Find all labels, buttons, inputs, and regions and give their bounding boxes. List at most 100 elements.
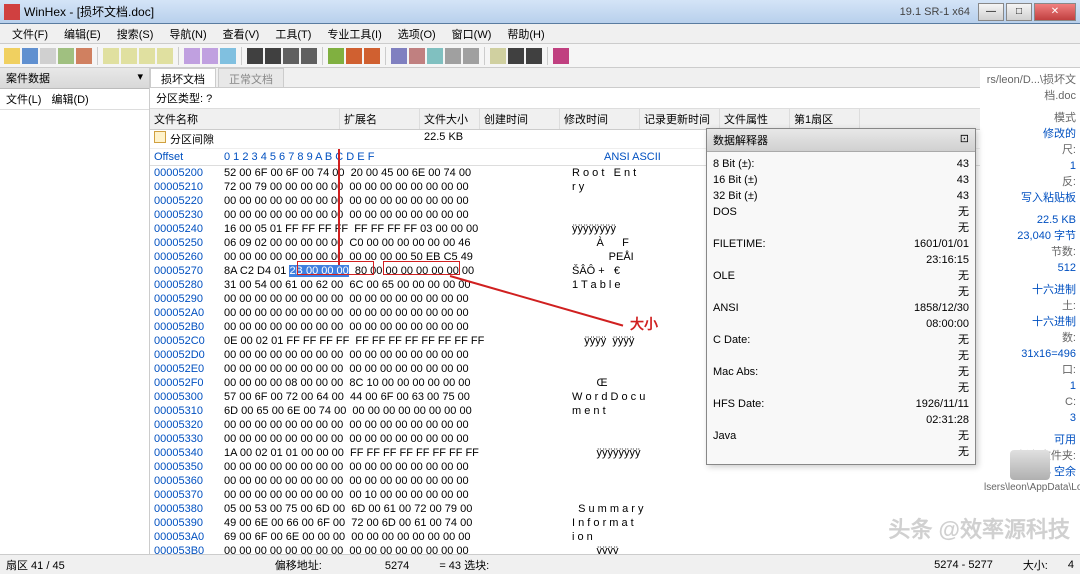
col-attrs[interactable]: 文件属性: [720, 109, 790, 129]
status-size-label: 大小:: [1023, 557, 1048, 573]
find-icon[interactable]: [247, 48, 263, 64]
prop-clip-val: 写入粘贴板: [984, 190, 1076, 206]
menu-nav[interactable]: 导航(N): [161, 24, 214, 44]
hex-row[interactable]: 0000538005 00 53 00 75 00 6D 00 6D 00 61…: [154, 502, 1076, 516]
prop-page-val: 512: [984, 260, 1076, 276]
hex-icon[interactable]: [184, 48, 200, 64]
play-icon[interactable]: [526, 48, 542, 64]
data-interpreter-panel[interactable]: 数据解释器 ⊡ 8 Bit (±):4316 Bit (±)4332 Bit (…: [706, 128, 976, 465]
menu-file[interactable]: 文件(F): [4, 24, 56, 44]
menu-tools[interactable]: 工具(T): [267, 24, 319, 44]
hex-row[interactable]: 000053A069 00 6F 00 6E 00 00 00 00 00 00…: [154, 530, 1076, 544]
block-icon[interactable]: [490, 48, 506, 64]
interp-row: 8 Bit (±):43: [713, 156, 969, 172]
interp-close-icon[interactable]: ⊡: [960, 132, 969, 148]
tab-damaged-doc[interactable]: 损坏文档: [150, 68, 216, 87]
interp-row: 无: [713, 220, 969, 236]
col-filename[interactable]: 文件名称: [150, 109, 340, 129]
hex-row[interactable]: 0000536000 00 00 00 00 00 00 00 00 00 00…: [154, 474, 1076, 488]
interp-row: OLE无: [713, 268, 969, 284]
hdd-icon: [1010, 450, 1050, 480]
goto-icon[interactable]: [328, 48, 344, 64]
tool-icon[interactable]: [58, 48, 74, 64]
interp-row: DOS无: [713, 204, 969, 220]
toolbar: [0, 44, 1080, 68]
find-next-icon[interactable]: [283, 48, 299, 64]
menu-edit[interactable]: 编辑(E): [56, 24, 109, 44]
info-icon[interactable]: [463, 48, 479, 64]
mark-icon[interactable]: [508, 48, 524, 64]
interp-row: 无: [713, 348, 969, 364]
hex-bytes-header: 0 1 2 3 4 5 6 7 8 9 A B C D E F: [224, 151, 564, 163]
binary-icon[interactable]: [220, 48, 236, 64]
menu-pro[interactable]: 专业工具(I): [319, 24, 389, 44]
gear-icon[interactable]: [445, 48, 461, 64]
prop-page-label: 节数:: [984, 244, 1076, 260]
close-button[interactable]: ✕: [1034, 3, 1076, 21]
ascii-icon[interactable]: [202, 48, 218, 64]
prop-avail: 可用: [984, 432, 1076, 448]
sidebar-edit-menu[interactable]: 编辑(D): [51, 91, 88, 107]
paste-icon[interactable]: [157, 48, 173, 64]
sidebar-file-menu[interactable]: 文件(L): [6, 91, 41, 107]
prop-bytes: 23,040 字节: [984, 228, 1076, 244]
print-icon[interactable]: [40, 48, 56, 64]
status-sel: = 43 选块:: [439, 557, 489, 573]
ram-icon[interactable]: [409, 48, 425, 64]
disk-icon[interactable]: [391, 48, 407, 64]
prop-c-val: 3: [984, 410, 1076, 426]
sidebar: 案件数据▾ 文件(L) 编辑(D): [0, 68, 150, 554]
interp-row: 23:16:15: [713, 252, 969, 268]
interp-row: FILETIME:1601/01/01: [713, 236, 969, 252]
title-bar: WinHex - [损坏文档.doc] 19.1 SR-1 x64 — □ ✕: [0, 0, 1080, 24]
minimize-button[interactable]: —: [978, 3, 1004, 21]
forward-icon[interactable]: [364, 48, 380, 64]
prop-mode-label: 模式: [984, 110, 1076, 126]
prop-size: 22.5 KB: [984, 212, 1076, 228]
status-sector: 扇区 41 / 45: [6, 557, 65, 573]
version-label: 19.1 SR-1 x64: [900, 6, 970, 18]
maximize-button[interactable]: □: [1006, 3, 1032, 21]
status-bar: 扇区 41 / 45 偏移地址: 5274 = 43 选块: 5274 - 52…: [0, 554, 1080, 574]
status-offset-val: 5274: [385, 560, 409, 572]
interp-row: 无: [713, 444, 969, 460]
status-size-val: 4: [1068, 559, 1074, 571]
save-icon[interactable]: [22, 48, 38, 64]
menu-help[interactable]: 帮助(H): [499, 24, 552, 44]
col-ext[interactable]: 扩展名: [340, 109, 420, 129]
hex-row[interactable]: 0000539049 00 6E 00 66 00 6F 00 72 00 6D…: [154, 516, 1076, 530]
calc-icon[interactable]: [427, 48, 443, 64]
tab-normal-doc[interactable]: 正常文档: [218, 68, 284, 87]
interp-row: Java无: [713, 428, 969, 444]
menu-window[interactable]: 窗口(W): [444, 24, 500, 44]
col-sector[interactable]: 第1扇区: [790, 109, 860, 129]
interp-row: HFS Date:1926/11/11: [713, 396, 969, 412]
find-hex-icon[interactable]: [265, 48, 281, 64]
hex-row[interactable]: 0000537000 00 00 00 00 00 00 00 00 10 00…: [154, 488, 1076, 502]
open-icon[interactable]: [4, 48, 20, 64]
prop-x-val: 1: [984, 158, 1076, 174]
prop-temp-path: lsers\leon\AppData\Local\Temp: [984, 480, 1076, 496]
replace-icon[interactable]: [301, 48, 317, 64]
interp-row: C Date:无: [713, 332, 969, 348]
interp-row: 02:31:28: [713, 412, 969, 428]
eraser-icon[interactable]: [553, 48, 569, 64]
copy-icon[interactable]: [139, 48, 155, 64]
tool2-icon[interactable]: [76, 48, 92, 64]
menu-search[interactable]: 搜索(S): [109, 24, 162, 44]
col-record[interactable]: 记录更新时间: [640, 109, 720, 129]
cut-icon[interactable]: [121, 48, 137, 64]
back-icon[interactable]: [346, 48, 362, 64]
col-size[interactable]: 文件大小: [420, 109, 480, 129]
col-created[interactable]: 创建时间: [480, 109, 560, 129]
interp-title: 数据解释器: [713, 132, 768, 148]
file-icon: [154, 131, 166, 143]
menu-options[interactable]: 选项(O): [390, 24, 444, 44]
hex-row[interactable]: 000053B000 00 00 00 00 00 00 00 00 00 00…: [154, 544, 1076, 554]
prop-q-label: 口:: [984, 362, 1076, 378]
undo-icon[interactable]: [103, 48, 119, 64]
menu-view[interactable]: 查看(V): [215, 24, 268, 44]
prop-x-label: 尺:: [984, 142, 1076, 158]
interp-row: 16 Bit (±)43: [713, 172, 969, 188]
col-modified[interactable]: 修改时间: [560, 109, 640, 129]
